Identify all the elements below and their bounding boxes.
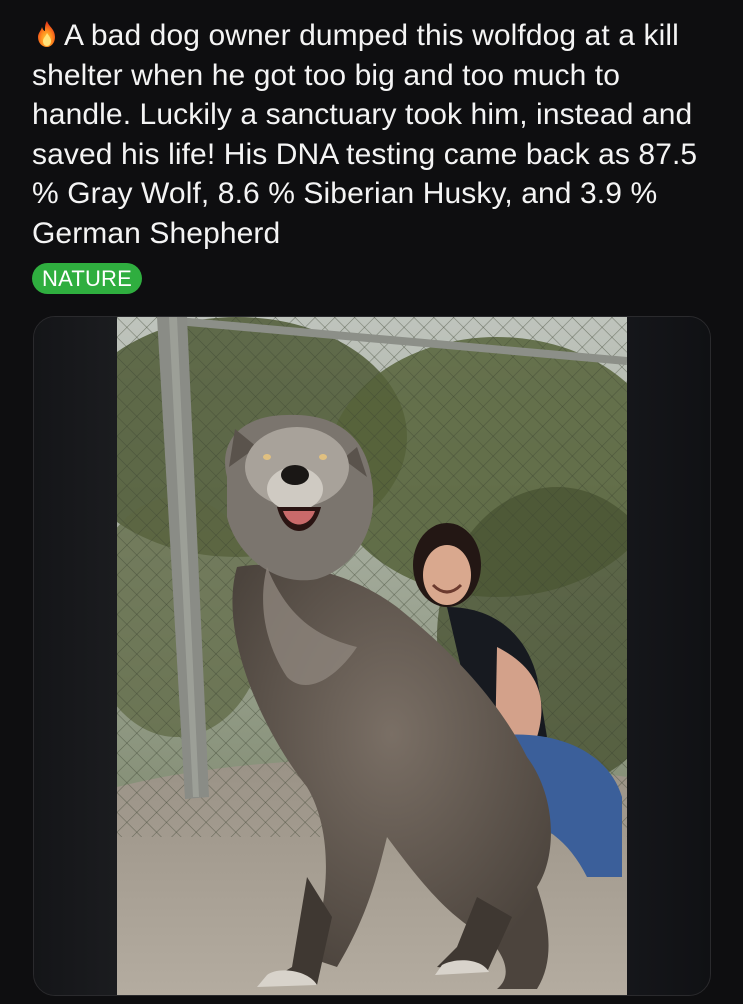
post: A bad dog owner dumped this wolfdog at a… xyxy=(0,0,743,1004)
wolfdog-photo xyxy=(117,317,627,995)
post-image-card[interactable] xyxy=(33,316,711,996)
post-title[interactable]: A bad dog owner dumped this wolfdog at a… xyxy=(32,16,722,253)
fire-icon xyxy=(32,19,62,49)
post-text: A bad dog owner dumped this wolfdog at a… xyxy=(32,19,698,250)
nature-tag[interactable]: NATURE xyxy=(32,263,143,294)
